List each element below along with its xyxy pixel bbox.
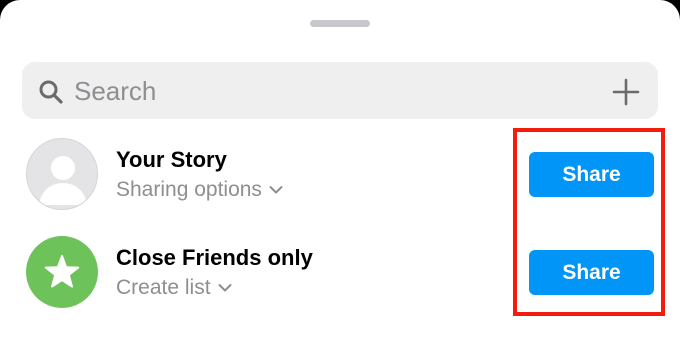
- plus-icon[interactable]: [612, 78, 640, 106]
- item-subtitle: Sharing options: [116, 178, 262, 201]
- search-input[interactable]: [74, 72, 594, 110]
- search-icon: [39, 80, 63, 104]
- drag-handle[interactable]: [310, 20, 370, 27]
- sharing-options-link[interactable]: Sharing options: [116, 178, 283, 202]
- chevron-down-icon: [269, 186, 283, 194]
- default-profile-avatar: [26, 138, 98, 210]
- list-item-your-story[interactable]: Your Story Sharing options Share: [0, 130, 680, 220]
- item-title: Your Story: [116, 147, 227, 172]
- item-title: Close Friends only: [116, 245, 313, 270]
- item-subtitle: Create list: [116, 276, 211, 299]
- star-icon: [44, 255, 80, 288]
- chevron-down-icon: [218, 284, 232, 292]
- create-list-link[interactable]: Create list: [116, 276, 232, 300]
- share-button[interactable]: Share: [529, 152, 654, 197]
- share-sheet: Your Story Sharing options Share Close F…: [0, 0, 680, 340]
- person-silhouette-icon: [39, 156, 87, 205]
- close-friends-avatar: [26, 236, 98, 308]
- search-bar[interactable]: [22, 62, 658, 119]
- share-button[interactable]: Share: [529, 250, 654, 295]
- list-item-close-friends[interactable]: Close Friends only Create list Share: [0, 228, 680, 318]
